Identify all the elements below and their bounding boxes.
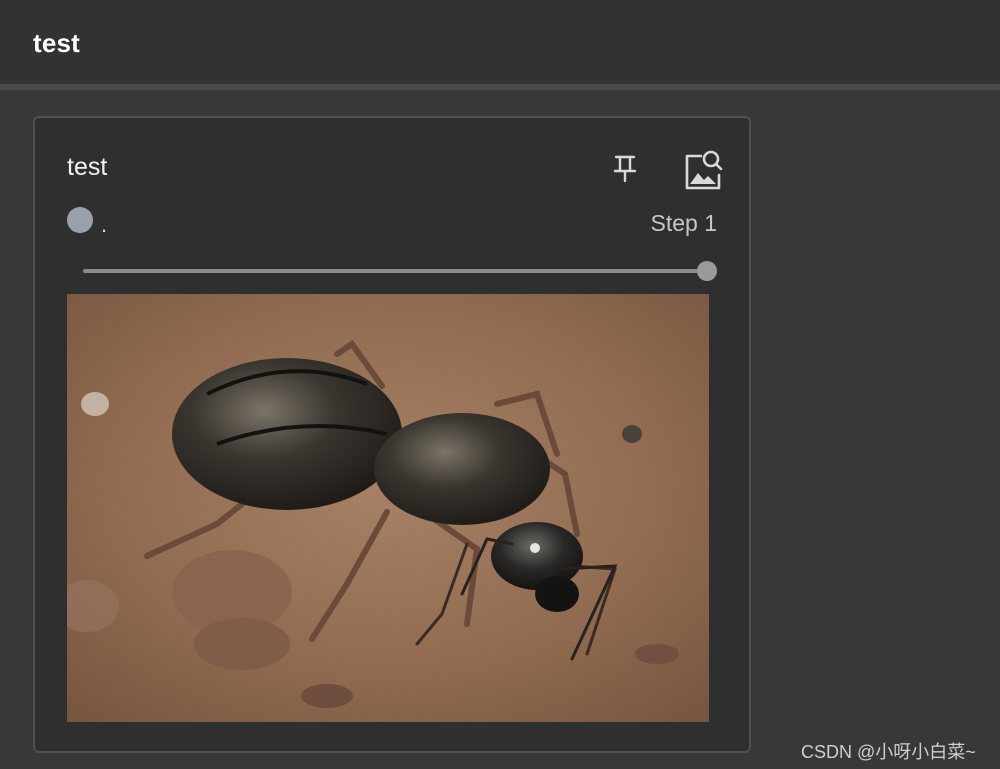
image-search-button[interactable] (681, 148, 725, 192)
step-label: Step 1 (650, 210, 718, 236)
run-color-dot (67, 207, 93, 233)
image-search-icon (685, 150, 723, 190)
run-name: . (101, 212, 108, 237)
slider-fill (83, 269, 707, 273)
page-title: test (33, 28, 81, 58)
watermark-text: CSDN @小呀小白菜~ (801, 742, 976, 762)
step-slider[interactable] (83, 260, 717, 282)
top-bar: test (0, 0, 1000, 90)
card-title: test (67, 153, 108, 181)
image-card: test . Step 1 (33, 116, 751, 753)
sample-image (67, 294, 709, 722)
pin-button[interactable] (609, 152, 641, 184)
slider-thumb[interactable] (697, 261, 717, 281)
pin-icon (613, 155, 637, 183)
